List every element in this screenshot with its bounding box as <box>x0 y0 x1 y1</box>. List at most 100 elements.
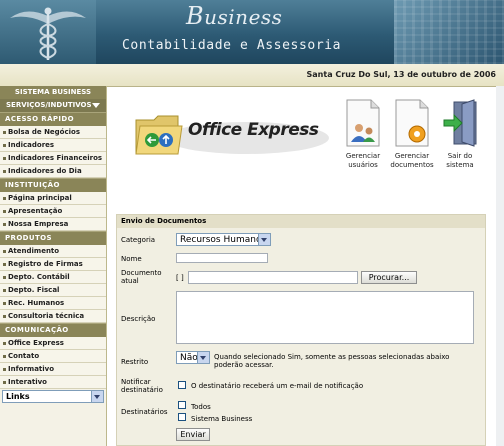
sidebar-item[interactable]: Nossa Empresa <box>0 218 106 231</box>
sidebar-item[interactable]: Indicadores Financeiros <box>0 152 106 165</box>
sidebar-item[interactable]: Consultoria técnica <box>0 310 106 323</box>
document-gear-icon <box>395 99 429 147</box>
bullet-icon <box>3 314 6 318</box>
bullet-icon <box>3 341 6 345</box>
bullet-icon <box>3 143 6 147</box>
links-select[interactable]: Links <box>2 390 104 403</box>
manage-documents-button[interactable]: Gerenciar documentos <box>387 98 437 170</box>
brand-subtitle: Contabilidade e Assessoria <box>122 38 342 53</box>
brand-name: Business <box>186 2 283 30</box>
sidebar-item[interactable]: Página principal <box>0 192 106 205</box>
sidebar-heading: ACESSO RÁPIDO <box>0 112 106 126</box>
date-bar: Santa Cruz Do Sul, 13 de outubro de 2006 <box>0 64 504 87</box>
document-upload-form: Envio de Documentos Categoria Recursos H… <box>116 214 486 446</box>
sidebar-item[interactable]: Contato <box>0 350 106 363</box>
caduceus-logo <box>0 0 96 64</box>
sidebar-item-label: Consultoria técnica <box>8 312 85 320</box>
category-select[interactable]: Recursos Humanos <box>176 233 271 246</box>
bullet-icon <box>3 222 6 226</box>
sidebar-sections: ACESSO RÁPIDO Bolsa de Negócios Indicadore… <box>0 112 106 389</box>
chevron-down-icon <box>91 391 103 402</box>
triangle-down-icon <box>92 103 100 108</box>
sidebar-item[interactable]: Informativo <box>0 363 106 376</box>
restricted-select[interactable]: Não <box>176 351 210 364</box>
chevron-down-icon <box>258 234 270 245</box>
sidebar-item[interactable]: Atendimento <box>0 245 106 258</box>
bullet-icon <box>3 380 6 384</box>
bullet-icon <box>3 262 6 266</box>
header-banner: Business Contabilidade e Assessoria <box>0 0 504 64</box>
submit-button[interactable]: Enviar <box>176 428 210 441</box>
sidebar-item-label: Office Express <box>8 339 64 347</box>
sidebar-item[interactable]: Office Express <box>0 337 106 350</box>
name-input[interactable] <box>176 253 268 263</box>
category-label: Categoria <box>121 236 156 244</box>
office-express-title: Office Express <box>188 120 319 140</box>
services-dropdown[interactable]: SERVIÇOS/INDUTIVOS <box>0 99 106 112</box>
recipient-system-checkbox[interactable] <box>178 413 186 421</box>
sidebar-heading: PRODUTOS <box>0 231 106 245</box>
recipient-all-checkbox[interactable] <box>178 401 186 409</box>
sidebar-item-label: Informativo <box>8 365 55 373</box>
bullet-icon <box>3 156 6 160</box>
document-label: Documento atual <box>121 269 162 285</box>
page-scrollbar[interactable] <box>496 86 504 446</box>
sidebar-item[interactable]: Indicadores <box>0 139 106 152</box>
description-textarea[interactable] <box>176 291 474 344</box>
sidebar-item-label: Página principal <box>8 194 72 202</box>
name-label: Nome <box>121 255 142 263</box>
sidebar-item-label: Indicadores do Dia <box>8 167 82 175</box>
sidebar-item-label: Atendimento <box>8 247 60 255</box>
sidebar-item[interactable]: Rec. Humanos <box>0 297 106 310</box>
recipients-label: Destinatários <box>121 408 168 416</box>
system-label: SISTEMA BUSINESS <box>14 88 92 96</box>
sidebar-item-label: Depto. Contábil <box>8 273 70 281</box>
bullet-icon <box>3 249 6 253</box>
users-document-icon <box>346 99 380 147</box>
sidebar-item-label: Indicadores Financeiros <box>8 154 103 162</box>
bullet-icon <box>3 196 6 200</box>
file-path-input[interactable] <box>188 271 358 284</box>
sidebar-item[interactable]: Depto. Fiscal <box>0 284 106 297</box>
sidebar-item-label: Bolsa de Negócios <box>8 128 81 136</box>
chevron-down-icon <box>197 352 209 363</box>
building-image <box>394 0 504 64</box>
sidebar-item-label: Depto. Fiscal <box>8 286 60 294</box>
sidebar-item[interactable]: Registro de Firmas <box>0 258 106 271</box>
sidebar-heading: INSTITUIÇÃO <box>0 178 106 192</box>
logout-button[interactable]: Sair do sistema <box>435 98 485 170</box>
sidebar-item-label: Contato <box>8 352 40 360</box>
sidebar-item[interactable]: Depto. Contábil <box>0 271 106 284</box>
restricted-note: Quando selecionado Sim, somente as pesso… <box>214 353 450 369</box>
sidebar-heading: COMUNICAÇÃO <box>0 323 106 337</box>
notify-label: Notificar destinatário <box>121 378 163 394</box>
sidebar-top: SISTEMA BUSINESS SERVIÇOS/INDUTIVOS <box>0 86 106 112</box>
current-date: Santa Cruz Do Sul, 13 de outubro de 2006 <box>306 70 496 79</box>
recipient-system-label: Sistema Business <box>191 415 253 423</box>
sidebar-item[interactable]: Interativo <box>0 376 106 389</box>
sidebar-item-label: Indicadores <box>8 141 55 149</box>
notify-checkbox[interactable] <box>178 381 186 389</box>
bullet-icon <box>3 288 6 292</box>
bullet-icon <box>3 367 6 371</box>
document-current-value: [ ] <box>176 274 184 282</box>
restricted-label: Restrito <box>121 358 149 366</box>
description-label: Descrição <box>121 315 156 323</box>
notify-text: O destinatário receberá um e-mail de not… <box>191 382 364 390</box>
form-title: Envio de Documentos <box>117 215 485 228</box>
sidebar-item-label: Rec. Humanos <box>8 299 65 307</box>
browse-button[interactable]: Procurar... <box>361 271 417 284</box>
sidebar-item-label: Apresentação <box>8 207 63 215</box>
bullet-icon <box>3 209 6 213</box>
manage-users-button[interactable]: Gerenciar usuários <box>338 98 388 170</box>
bullet-icon <box>3 275 6 279</box>
sidebar-item-label: Registro de Firmas <box>8 260 83 268</box>
sidebar: SISTEMA BUSINESS SERVIÇOS/INDUTIVOS ACES… <box>0 86 107 446</box>
sidebar-item-label: Interativo <box>8 378 47 386</box>
caduceus-icon <box>10 7 86 60</box>
sidebar-item[interactable]: Indicadores do Dia <box>0 165 106 178</box>
sidebar-item[interactable]: Apresentação <box>0 205 106 218</box>
bullet-icon <box>3 130 6 134</box>
sidebar-item-label: Nossa Empresa <box>8 220 69 228</box>
sidebar-item[interactable]: Bolsa de Negócios <box>0 126 106 139</box>
